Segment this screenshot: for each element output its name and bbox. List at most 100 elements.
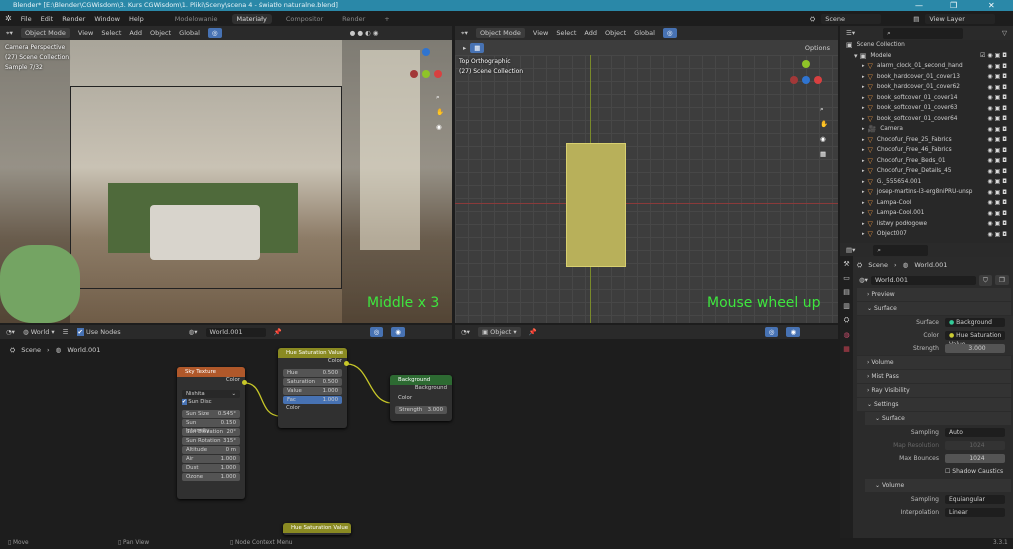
node-hue-saturation-value[interactable]: Hue Saturation Value Color Hue 0.500 Satur…: [278, 348, 349, 428]
visibility-icons[interactable]: ◉▣◘: [987, 94, 1009, 101]
node-field[interactable]: Sun Intensity 0.150: [182, 419, 240, 434]
visibility-icons[interactable]: ◉▣◘: [987, 168, 1009, 175]
tab-compositor[interactable]: Compositor: [281, 14, 328, 24]
surface-shader-field[interactable]: ● Background: [945, 318, 1005, 327]
object-dropdown[interactable]: ▣ Object ▾: [477, 327, 521, 337]
pin-icon[interactable]: 📌: [529, 328, 537, 336]
secondary-node-editor[interactable]: [455, 340, 838, 538]
volume-sampling-dropdown[interactable]: Equiangular: [945, 495, 1005, 504]
node-field[interactable]: Saturation 0.500: [283, 378, 342, 386]
max-bounces-field[interactable]: 1024: [945, 454, 1005, 463]
node-sky-texture[interactable]: Sky Texture Color Nishita ⌄ ✔ Sun Disc Su…: [177, 367, 247, 499]
node-field[interactable]: Altitude 0 m: [182, 446, 240, 454]
grid-icon[interactable]: ▦: [820, 150, 826, 158]
world-name-field[interactable]: World.001: [870, 275, 976, 285]
visibility-icons[interactable]: ◉▣◘: [987, 63, 1009, 70]
world-icon[interactable]: ◍▾: [859, 276, 868, 284]
outliner-item[interactable]: ▸ ▽ alarm_clock_01_second_hand ◉▣◘: [840, 61, 1013, 72]
world-icon[interactable]: ◍▾: [189, 328, 198, 336]
node-field[interactable]: Sun Elevation 20°: [182, 428, 240, 436]
output-tab-icon[interactable]: ▤: [843, 288, 850, 296]
navigation-gizmo[interactable]: [790, 60, 822, 102]
visibility-icons[interactable]: ◉▣◘: [987, 84, 1009, 91]
texture-tab-icon[interactable]: ▦: [843, 345, 850, 353]
node-field[interactable]: Fac 1.000: [283, 396, 342, 404]
outliner-item[interactable]: ▸ ▽ Lampa-Cool.001 ◉▣◘: [840, 208, 1013, 219]
camera-icon[interactable]: ◉: [820, 135, 826, 143]
editor-type-icon[interactable]: ⌖▾: [461, 29, 468, 38]
visibility-icons[interactable]: ◉▣◘: [987, 157, 1009, 164]
menu-render[interactable]: Render: [62, 15, 85, 23]
orientation-dropdown[interactable]: Global: [634, 29, 655, 37]
shadow-caustics-checkbox[interactable]: ☐ Shadow Caustics: [945, 468, 1003, 475]
menu-view[interactable]: View: [78, 29, 93, 37]
outliner-item[interactable]: ▸ ▽ listwy podłogowe ◉▣◘: [840, 219, 1013, 230]
menu-object[interactable]: Object: [150, 29, 171, 37]
menu-file[interactable]: File: [21, 15, 32, 23]
visibility-icons[interactable]: ◉▣◘: [987, 126, 1009, 133]
mode-dropdown[interactable]: Object Mode: [475, 28, 525, 38]
menu-icon[interactable]: ☰: [63, 328, 69, 336]
editor-type-icon[interactable]: ◔▾: [6, 328, 15, 336]
node-field[interactable]: Hue 0.500: [283, 369, 342, 377]
visibility-icons[interactable]: ◉▣◘: [987, 147, 1009, 154]
node-editor-canvas[interactable]: ⛭ Scene › ◍ World.001 Sky Texture Color N…: [0, 340, 452, 538]
menu-add[interactable]: Add: [129, 29, 142, 37]
mode-dropdown[interactable]: Object Mode: [20, 28, 70, 38]
world-tab-icon[interactable]: ◍: [843, 331, 849, 339]
outliner-item[interactable]: ▸ ▽ Object007 ◉▣◘: [840, 229, 1013, 240]
sun-disc-checkbox[interactable]: ✔ Sun Disc: [177, 399, 245, 409]
visibility-icons[interactable]: ◉▣◘: [987, 136, 1009, 143]
snap-icon[interactable]: ◎: [369, 327, 384, 337]
options-dropdown[interactable]: Options: [805, 44, 830, 52]
outliner-item[interactable]: ▸ ▽ book_softcover_01_cover64 ◉▣◘: [840, 114, 1013, 125]
outliner-item[interactable]: ▸ ▽ G._555654.001 ◉▣◘: [840, 177, 1013, 188]
snap-icon[interactable]: ◎: [207, 28, 222, 38]
zoom-icon[interactable]: ⌕: [820, 105, 824, 114]
search-input[interactable]: ⌕: [873, 244, 929, 256]
display-mode-icon[interactable]: ☰▾: [846, 29, 855, 37]
node-field[interactable]: Sun Rotation 315°: [182, 437, 240, 445]
panel-settings[interactable]: ⌄ Settings: [857, 398, 1011, 411]
visibility-icons[interactable]: ◉▣◘: [987, 178, 1009, 185]
pin-icon[interactable]: 📌: [274, 328, 282, 336]
world-name-field[interactable]: World.001: [205, 327, 266, 337]
tab-materialy[interactable]: Materiały: [231, 13, 272, 24]
node-hue-saturation-value-floating[interactable]: Hue Saturation Value: [283, 523, 351, 535]
outliner-scene-collection[interactable]: ▣ Scene Collection: [840, 40, 1013, 51]
selected-object[interactable]: [566, 143, 626, 267]
subpanel-volume[interactable]: ⌄ Volume: [865, 479, 1011, 492]
menu-add[interactable]: Add: [584, 29, 597, 37]
editor-type-icon[interactable]: ◔▾: [461, 328, 470, 336]
panel-ray-visibility[interactable]: › Ray Visibility: [857, 384, 1011, 397]
minimize-button[interactable]: —: [915, 0, 923, 11]
render-tab-icon[interactable]: ▭: [843, 274, 850, 282]
use-nodes-checkbox[interactable]: ✔ Use Nodes: [76, 328, 121, 336]
visibility-icons[interactable]: ☑◉▣◘: [980, 52, 1009, 59]
hand-icon[interactable]: ✋: [820, 120, 828, 128]
outliner-item[interactable]: ▸ ▽ book_softcover_01_cover63 ◉▣◘: [840, 103, 1013, 114]
navigation-gizmo[interactable]: [410, 48, 442, 90]
outliner-item[interactable]: ▸ ▽ Lampa-Cool ◉▣◘: [840, 198, 1013, 209]
add-workspace-button[interactable]: +: [379, 14, 394, 24]
scene-tab-icon[interactable]: ⛭: [844, 316, 850, 325]
strength-field[interactable]: Strength 3.000: [395, 406, 447, 414]
outliner-item[interactable]: ▸ ▽ josep-martins-l3-erg8niPRU-unsp ◉▣◘: [840, 187, 1013, 198]
visibility-icons[interactable]: ◉▣◘: [987, 189, 1009, 196]
menu-select[interactable]: Select: [101, 29, 121, 37]
panel-volume[interactable]: › Volume: [857, 356, 1011, 369]
visibility-icons[interactable]: ◉▣◘: [987, 105, 1009, 112]
tab-modelowanie[interactable]: Modelowanie: [170, 14, 223, 24]
menu-object[interactable]: Object: [605, 29, 626, 37]
menu-edit[interactable]: Edit: [41, 15, 54, 23]
visibility-icons[interactable]: ◉▣◘: [987, 231, 1009, 238]
node-background[interactable]: Background Background Color Strength 3.00…: [390, 375, 452, 421]
top-ortho-viewport[interactable]: Top Orthographic (27) Scene Collection ⌕…: [455, 55, 838, 323]
search-input[interactable]: ⌕: [883, 27, 964, 39]
visibility-icons[interactable]: ◉▣◘: [987, 115, 1009, 122]
zoom-icon[interactable]: ⌕: [436, 93, 440, 102]
shader-type-dropdown[interactable]: ◍ World ▾: [23, 328, 55, 336]
visibility-icons[interactable]: ◉▣◘: [987, 73, 1009, 80]
node-field[interactable]: Ozone 1.000: [182, 473, 240, 481]
tool-tab-icon[interactable]: ⚒: [843, 260, 849, 268]
